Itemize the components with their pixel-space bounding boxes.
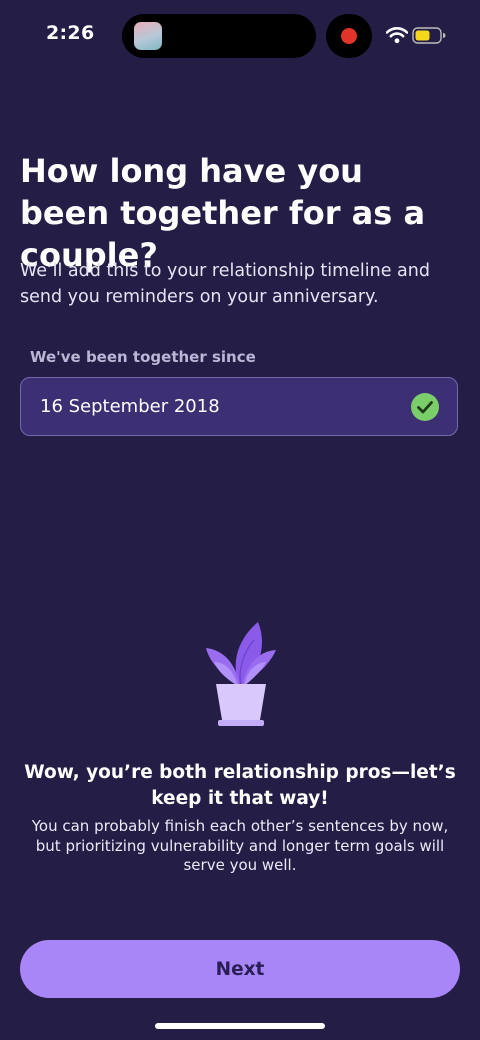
battery-icon xyxy=(412,27,446,44)
feedback-body: You can probably finish each other’s sen… xyxy=(31,817,449,874)
feedback-heading: Wow, you’re both relationship pros—let’s… xyxy=(24,762,456,809)
date-value: 16 September 2018 xyxy=(40,396,220,417)
onboarding-screen: 2:26 How long have you been together for… xyxy=(0,0,480,1040)
dynamic-island xyxy=(122,14,316,58)
recording-dot-icon xyxy=(341,28,357,44)
home-indicator[interactable] xyxy=(155,1023,325,1029)
recording-indicator xyxy=(326,14,372,58)
date-field-label: We've been together since xyxy=(30,348,256,366)
next-button[interactable]: Next xyxy=(20,940,460,998)
check-circle-icon xyxy=(411,393,439,421)
status-time: 2:26 xyxy=(46,22,95,44)
potted-plant-icon xyxy=(206,622,276,726)
anniversary-date-field[interactable]: 16 September 2018 xyxy=(20,377,458,436)
page-subtitle: We’ll add this to your relationship time… xyxy=(20,261,430,307)
app-thumbnail-icon xyxy=(134,22,162,50)
wifi-icon xyxy=(386,27,408,44)
